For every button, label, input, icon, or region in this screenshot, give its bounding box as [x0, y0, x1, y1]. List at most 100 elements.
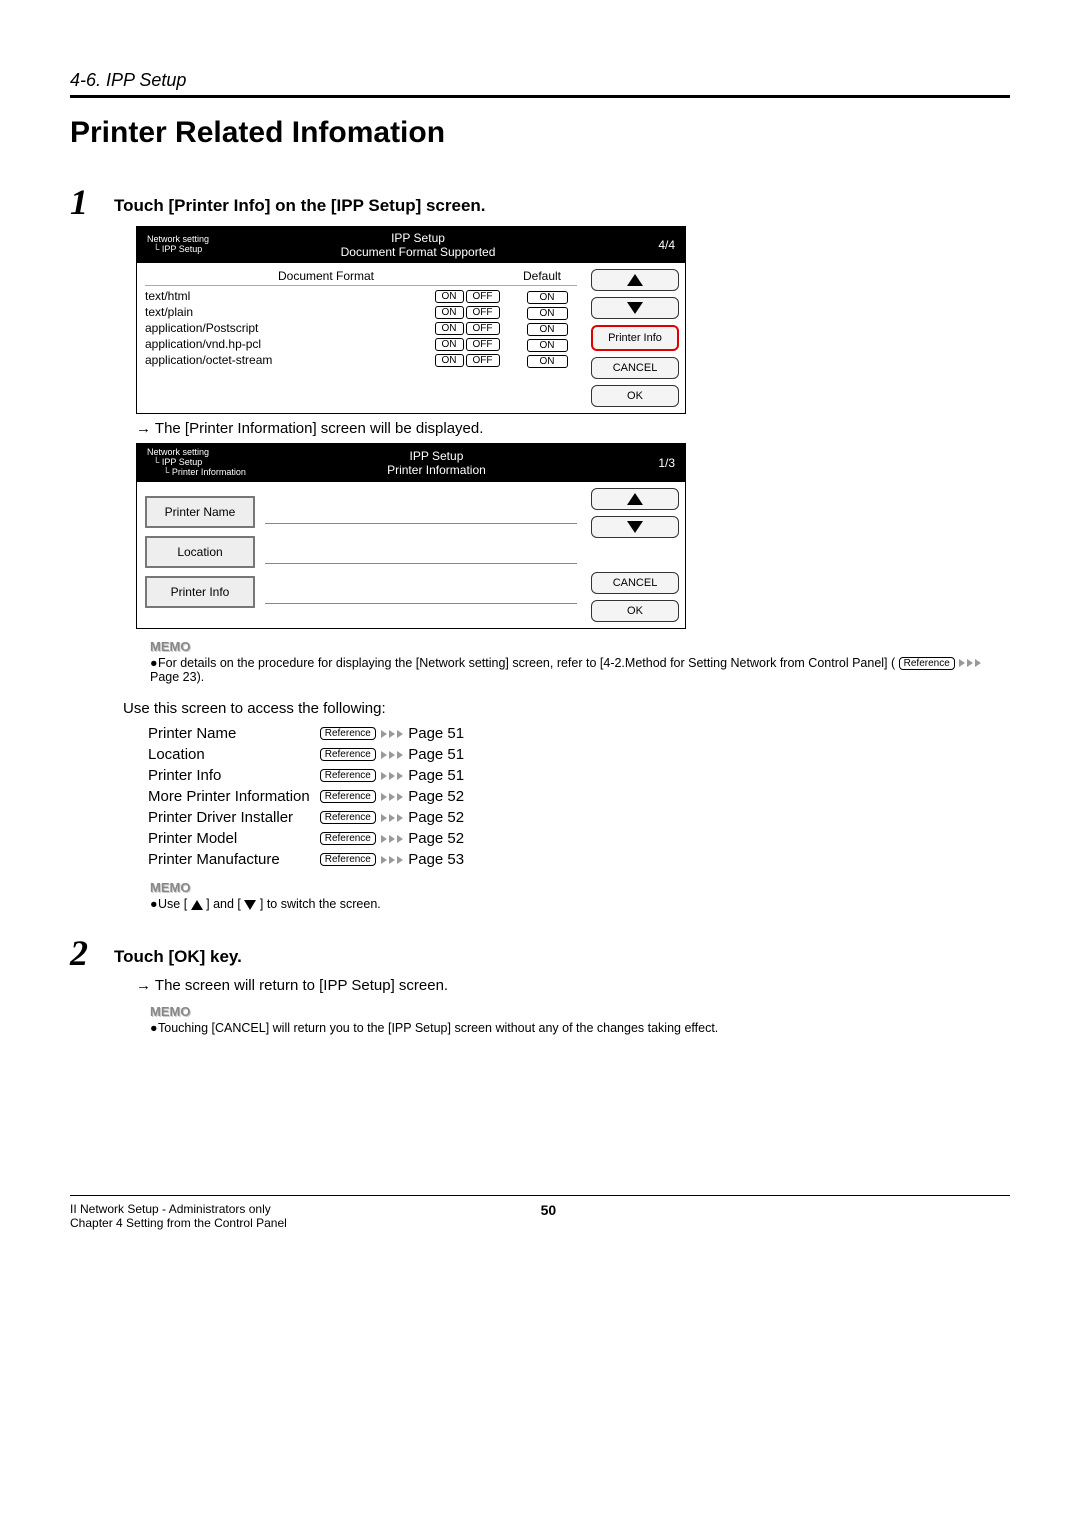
step-2: 2 Touch [OK] key. — [70, 935, 1010, 971]
chevron-right-icon — [381, 814, 387, 822]
reference-badge: Reference — [899, 657, 955, 670]
step-2-result: → The screen will return to [IPP Setup] … — [136, 977, 1010, 994]
reference-badge: Reference — [320, 790, 376, 803]
step-1: 1 Touch [Printer Info] on the [IPP Setup… — [70, 184, 1010, 220]
on-toggle[interactable]: ON — [435, 338, 464, 351]
document-format-row: application/PostscriptONOFFON — [145, 321, 577, 335]
footer-line-1: II Network Setup - Administrators only — [70, 1202, 287, 1216]
reference-badge: Reference — [320, 853, 376, 866]
reference-row: Printer ManufactureReference Page 53 — [148, 849, 474, 870]
location-value — [265, 540, 577, 564]
reference-page: Page 53 — [408, 851, 464, 868]
ok-button[interactable]: OK — [591, 600, 679, 622]
printer-info-button[interactable]: Printer Info — [591, 325, 679, 351]
memo-1: MEMO ●For details on the procedure for d… — [150, 639, 1010, 684]
printer-information-screen: Network setting └ IPP Setup └ Printer In… — [136, 443, 686, 629]
printer-info-button[interactable]: Printer Info — [145, 576, 255, 608]
chevron-right-icon — [381, 772, 387, 780]
reference-badge: Reference — [320, 832, 376, 845]
reference-page: Page 51 — [408, 746, 464, 763]
reference-label: Printer Model — [148, 828, 320, 849]
location-button[interactable]: Location — [145, 536, 255, 568]
reference-page: Page 51 — [408, 725, 464, 742]
down-arrow-button[interactable] — [591, 297, 679, 319]
arrow-down-icon — [627, 302, 643, 314]
off-toggle[interactable]: OFF — [466, 306, 500, 319]
reference-page: Page 52 — [408, 809, 464, 826]
chevron-right-icon — [381, 856, 387, 864]
chevron-right-icon — [381, 751, 387, 759]
on-toggle[interactable]: ON — [435, 322, 464, 335]
default-value: ON — [527, 355, 568, 368]
default-value: ON — [527, 291, 568, 304]
arrow-up-icon — [627, 493, 643, 505]
memo-heading: MEMO — [150, 1004, 1010, 1019]
page-footer: II Network Setup - Administrators only C… — [70, 1195, 1010, 1230]
chevron-right-icon — [381, 730, 387, 738]
document-format-row: text/htmlONOFFON — [145, 289, 577, 303]
col-default: Default — [507, 269, 577, 283]
reference-row: Printer NameReference Page 51 — [148, 723, 474, 744]
printer-info-value — [265, 580, 577, 604]
footer-line-2: Chapter 4 Setting from the Control Panel — [70, 1216, 287, 1230]
reference-page: Page 52 — [408, 788, 464, 805]
on-toggle[interactable]: ON — [435, 354, 464, 367]
document-format-row: application/octet-streamONOFFON — [145, 353, 577, 367]
on-toggle[interactable]: ON — [435, 306, 464, 319]
default-value: ON — [527, 339, 568, 352]
reference-page: Page 51 — [408, 767, 464, 784]
reference-label: More Printer Information — [148, 786, 320, 807]
step-2-number: 2 — [70, 935, 114, 971]
off-toggle[interactable]: OFF — [466, 354, 500, 367]
off-toggle[interactable]: OFF — [466, 290, 500, 303]
format-label: application/Postscript — [145, 321, 417, 335]
screen-page-indicator: 4/4 — [627, 238, 675, 252]
off-toggle[interactable]: OFF — [466, 322, 500, 335]
format-label: text/html — [145, 289, 417, 303]
cancel-button[interactable]: CANCEL — [591, 357, 679, 379]
reference-label: Printer Manufacture — [148, 849, 320, 870]
reference-badge: Reference — [320, 727, 376, 740]
document-format-row: text/plainONOFFON — [145, 305, 577, 319]
on-toggle[interactable]: ON — [435, 290, 464, 303]
printer-name-button[interactable]: Printer Name — [145, 496, 255, 528]
default-value: ON — [527, 307, 568, 320]
off-toggle[interactable]: OFF — [466, 338, 500, 351]
reference-row: More Printer InformationReference Page 5… — [148, 786, 474, 807]
access-lead: Use this screen to access the following: — [123, 700, 1010, 717]
cancel-button[interactable]: CANCEL — [591, 572, 679, 594]
reference-row: Printer InfoReference Page 51 — [148, 765, 474, 786]
ok-button[interactable]: OK — [591, 385, 679, 407]
chevron-right-icon — [381, 835, 387, 843]
reference-label: Printer Name — [148, 723, 320, 744]
printer-name-value — [265, 500, 577, 524]
col-document-format: Document Format — [145, 269, 507, 283]
running-header: 4-6. IPP Setup — [70, 70, 1010, 95]
chevron-right-icon — [381, 793, 387, 801]
reference-label: Printer Driver Installer — [148, 807, 320, 828]
ipp-setup-screen: Network setting └ IPP Setup IPP Setup Do… — [136, 226, 686, 414]
page-number: 50 — [541, 1202, 557, 1230]
step-1-result: → The [Printer Information] screen will … — [136, 420, 1010, 437]
header-rule — [70, 95, 1010, 98]
down-arrow-button[interactable] — [591, 516, 679, 538]
document-format-row: application/vnd.hp-pclONOFFON — [145, 337, 577, 351]
reference-badge: Reference — [320, 769, 376, 782]
memo-3: MEMO ●Touching [CANCEL] will return you … — [150, 1004, 1010, 1035]
step-2-heading: Touch [OK] key. — [114, 935, 242, 967]
chevron-right-icon — [959, 659, 965, 667]
breadcrumb: Network setting └ IPP Setup — [147, 235, 209, 255]
arrow-up-icon — [191, 900, 203, 910]
up-arrow-button[interactable] — [591, 488, 679, 510]
page-title: Printer Related Infomation — [70, 116, 1010, 150]
memo-2: MEMO ●Use [ ] and [ ] to switch the scre… — [150, 880, 1010, 911]
up-arrow-button[interactable] — [591, 269, 679, 291]
format-label: application/octet-stream — [145, 353, 417, 367]
format-label: text/plain — [145, 305, 417, 319]
reference-row: Printer ModelReference Page 52 — [148, 828, 474, 849]
screen-page-indicator: 1/3 — [627, 456, 675, 470]
memo-heading: MEMO — [150, 639, 1010, 654]
default-value: ON — [527, 323, 568, 336]
reference-label: Location — [148, 744, 320, 765]
screen-title: IPP Setup Printer Information — [246, 449, 627, 477]
